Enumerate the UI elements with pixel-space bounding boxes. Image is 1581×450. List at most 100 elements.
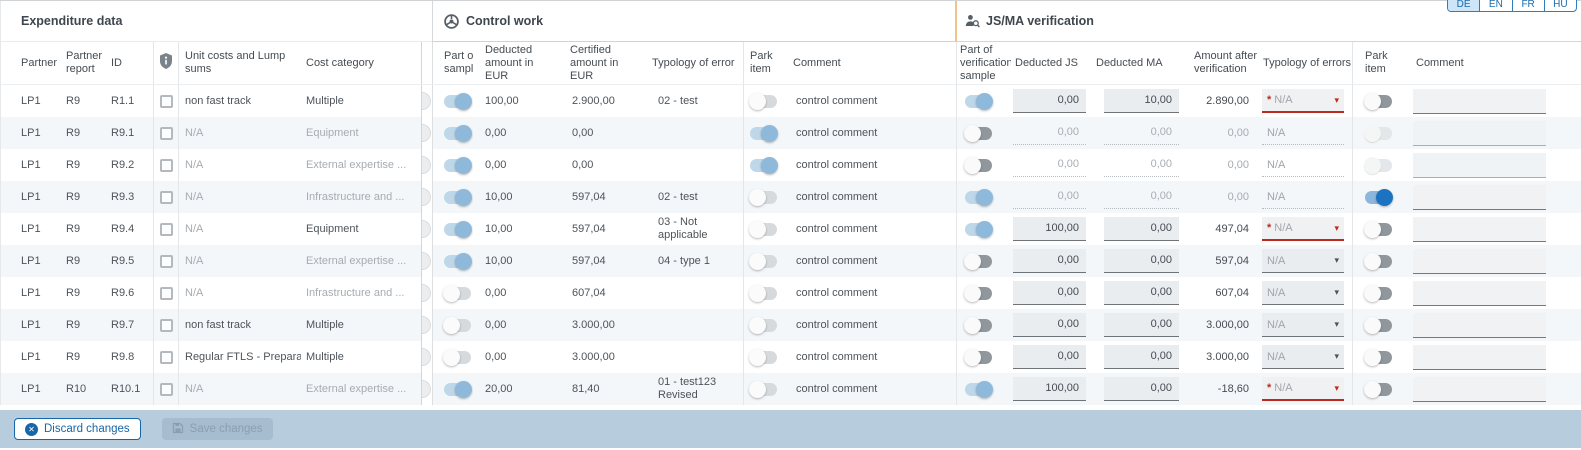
- row-checkbox[interactable]: [160, 159, 173, 172]
- typology-of-errors-select[interactable]: N/A: [1262, 153, 1344, 177]
- part-of-verification-toggle[interactable]: [965, 255, 992, 268]
- typology-of-errors-select[interactable]: N/A▾: [1262, 281, 1344, 305]
- park-item-toggle[interactable]: [750, 255, 777, 268]
- deducted-js-input[interactable]: 0,00: [1013, 185, 1086, 209]
- jsma-comment-input[interactable]: [1413, 89, 1546, 114]
- jsma-comment-input[interactable]: [1413, 249, 1546, 274]
- section-expander[interactable]: [421, 316, 431, 334]
- section-expander[interactable]: [421, 188, 431, 206]
- section-expander[interactable]: [421, 92, 431, 110]
- jsma-park-item-toggle[interactable]: [1365, 127, 1392, 140]
- section-expander[interactable]: [421, 348, 431, 366]
- language-tab-de[interactable]: DE: [1448, 0, 1479, 11]
- jsma-park-item-toggle[interactable]: [1365, 191, 1392, 204]
- deducted-js-input[interactable]: 0,00: [1013, 89, 1086, 113]
- deducted-ma-input[interactable]: 0,00: [1104, 121, 1179, 145]
- part-of-sample-toggle[interactable]: [444, 351, 471, 364]
- deducted-js-input[interactable]: 0,00: [1013, 345, 1086, 369]
- jsma-comment-input[interactable]: [1413, 153, 1546, 178]
- row-checkbox[interactable]: [160, 383, 173, 396]
- deducted-ma-input[interactable]: 0,00: [1104, 345, 1179, 369]
- section-expander[interactable]: [421, 252, 431, 270]
- park-item-toggle[interactable]: [750, 223, 777, 236]
- park-item-toggle[interactable]: [750, 95, 777, 108]
- deducted-js-input[interactable]: 0,00: [1013, 313, 1086, 337]
- jsma-park-item-toggle[interactable]: [1365, 351, 1392, 364]
- jsma-park-item-toggle[interactable]: [1365, 287, 1392, 300]
- section-expander[interactable]: [421, 220, 431, 238]
- part-of-sample-toggle[interactable]: [444, 255, 471, 268]
- jsma-park-item-toggle[interactable]: [1365, 223, 1392, 236]
- part-of-sample-toggle[interactable]: [444, 159, 471, 172]
- section-expander[interactable]: [421, 156, 431, 174]
- park-item-toggle[interactable]: [750, 351, 777, 364]
- part-of-verification-toggle[interactable]: [965, 223, 992, 236]
- deducted-ma-input[interactable]: 0,00: [1104, 217, 1179, 241]
- deducted-ma-input[interactable]: 0,00: [1104, 281, 1179, 305]
- section-expander[interactable]: [421, 380, 431, 398]
- jsma-comment-input[interactable]: [1413, 185, 1546, 210]
- typology-of-errors-select[interactable]: N/A▾: [1262, 313, 1344, 337]
- deducted-js-input[interactable]: 100,00: [1013, 217, 1086, 241]
- part-of-verification-toggle[interactable]: [965, 383, 992, 396]
- jsma-park-item-toggle[interactable]: [1365, 383, 1392, 396]
- deducted-ma-input[interactable]: 0,00: [1104, 153, 1179, 177]
- part-of-sample-toggle[interactable]: [444, 191, 471, 204]
- language-tab-hu[interactable]: HU: [1544, 0, 1576, 11]
- jsma-comment-input[interactable]: [1413, 345, 1546, 370]
- part-of-sample-toggle[interactable]: [444, 95, 471, 108]
- park-item-toggle[interactable]: [750, 191, 777, 204]
- typology-of-errors-select[interactable]: *N/A▾: [1262, 377, 1344, 401]
- discard-changes-button[interactable]: ✕ Discard changes: [14, 418, 141, 440]
- part-of-sample-toggle[interactable]: [444, 127, 471, 140]
- deducted-ma-input[interactable]: 0,00: [1104, 249, 1179, 273]
- deducted-ma-input[interactable]: 0,00: [1104, 377, 1179, 401]
- deducted-js-input[interactable]: 0,00: [1013, 121, 1086, 145]
- typology-of-errors-select[interactable]: *N/A▾: [1262, 89, 1344, 113]
- part-of-verification-toggle[interactable]: [965, 319, 992, 332]
- jsma-park-item-toggle[interactable]: [1365, 255, 1392, 268]
- jsma-comment-input[interactable]: [1413, 121, 1546, 146]
- deducted-js-input[interactable]: 0,00: [1013, 153, 1086, 177]
- deducted-js-input[interactable]: 100,00: [1013, 377, 1086, 401]
- row-checkbox[interactable]: [160, 127, 173, 140]
- language-tab-en[interactable]: EN: [1479, 0, 1511, 11]
- typology-of-errors-select[interactable]: N/A▾: [1262, 249, 1344, 273]
- jsma-comment-input[interactable]: [1413, 217, 1546, 242]
- park-item-toggle[interactable]: [750, 159, 777, 172]
- jsma-park-item-toggle[interactable]: [1365, 159, 1392, 172]
- deducted-js-input[interactable]: 0,00: [1013, 249, 1086, 273]
- part-of-sample-toggle[interactable]: [444, 287, 471, 300]
- part-of-verification-toggle[interactable]: [965, 191, 992, 204]
- park-item-toggle[interactable]: [750, 383, 777, 396]
- part-of-verification-toggle[interactable]: [965, 287, 992, 300]
- jsma-park-item-toggle[interactable]: [1365, 319, 1392, 332]
- typology-of-errors-select[interactable]: N/A: [1262, 185, 1344, 209]
- part-of-sample-toggle[interactable]: [444, 319, 471, 332]
- park-item-toggle[interactable]: [750, 127, 777, 140]
- language-tab-fr[interactable]: FR: [1512, 0, 1544, 11]
- typology-of-errors-select[interactable]: N/A▾: [1262, 345, 1344, 369]
- part-of-verification-toggle[interactable]: [965, 95, 992, 108]
- row-checkbox[interactable]: [160, 223, 173, 236]
- deducted-ma-input[interactable]: 0,00: [1104, 185, 1179, 209]
- row-checkbox[interactable]: [160, 255, 173, 268]
- park-item-toggle[interactable]: [750, 319, 777, 332]
- jsma-comment-input[interactable]: [1413, 313, 1546, 338]
- typology-of-errors-select[interactable]: N/A: [1262, 121, 1344, 145]
- deducted-ma-input[interactable]: 0,00: [1104, 313, 1179, 337]
- row-checkbox[interactable]: [160, 191, 173, 204]
- row-checkbox[interactable]: [160, 351, 173, 364]
- part-of-verification-toggle[interactable]: [965, 351, 992, 364]
- jsma-park-item-toggle[interactable]: [1365, 95, 1392, 108]
- part-of-sample-toggle[interactable]: [444, 383, 471, 396]
- typology-of-errors-select[interactable]: *N/A▾: [1262, 217, 1344, 241]
- deducted-ma-input[interactable]: 10,00: [1104, 89, 1179, 113]
- section-expander[interactable]: [421, 284, 431, 302]
- part-of-verification-toggle[interactable]: [965, 127, 992, 140]
- part-of-sample-toggle[interactable]: [444, 223, 471, 236]
- section-expander[interactable]: [421, 124, 431, 142]
- jsma-comment-input[interactable]: [1413, 281, 1546, 306]
- row-checkbox[interactable]: [160, 95, 173, 108]
- park-item-toggle[interactable]: [750, 287, 777, 300]
